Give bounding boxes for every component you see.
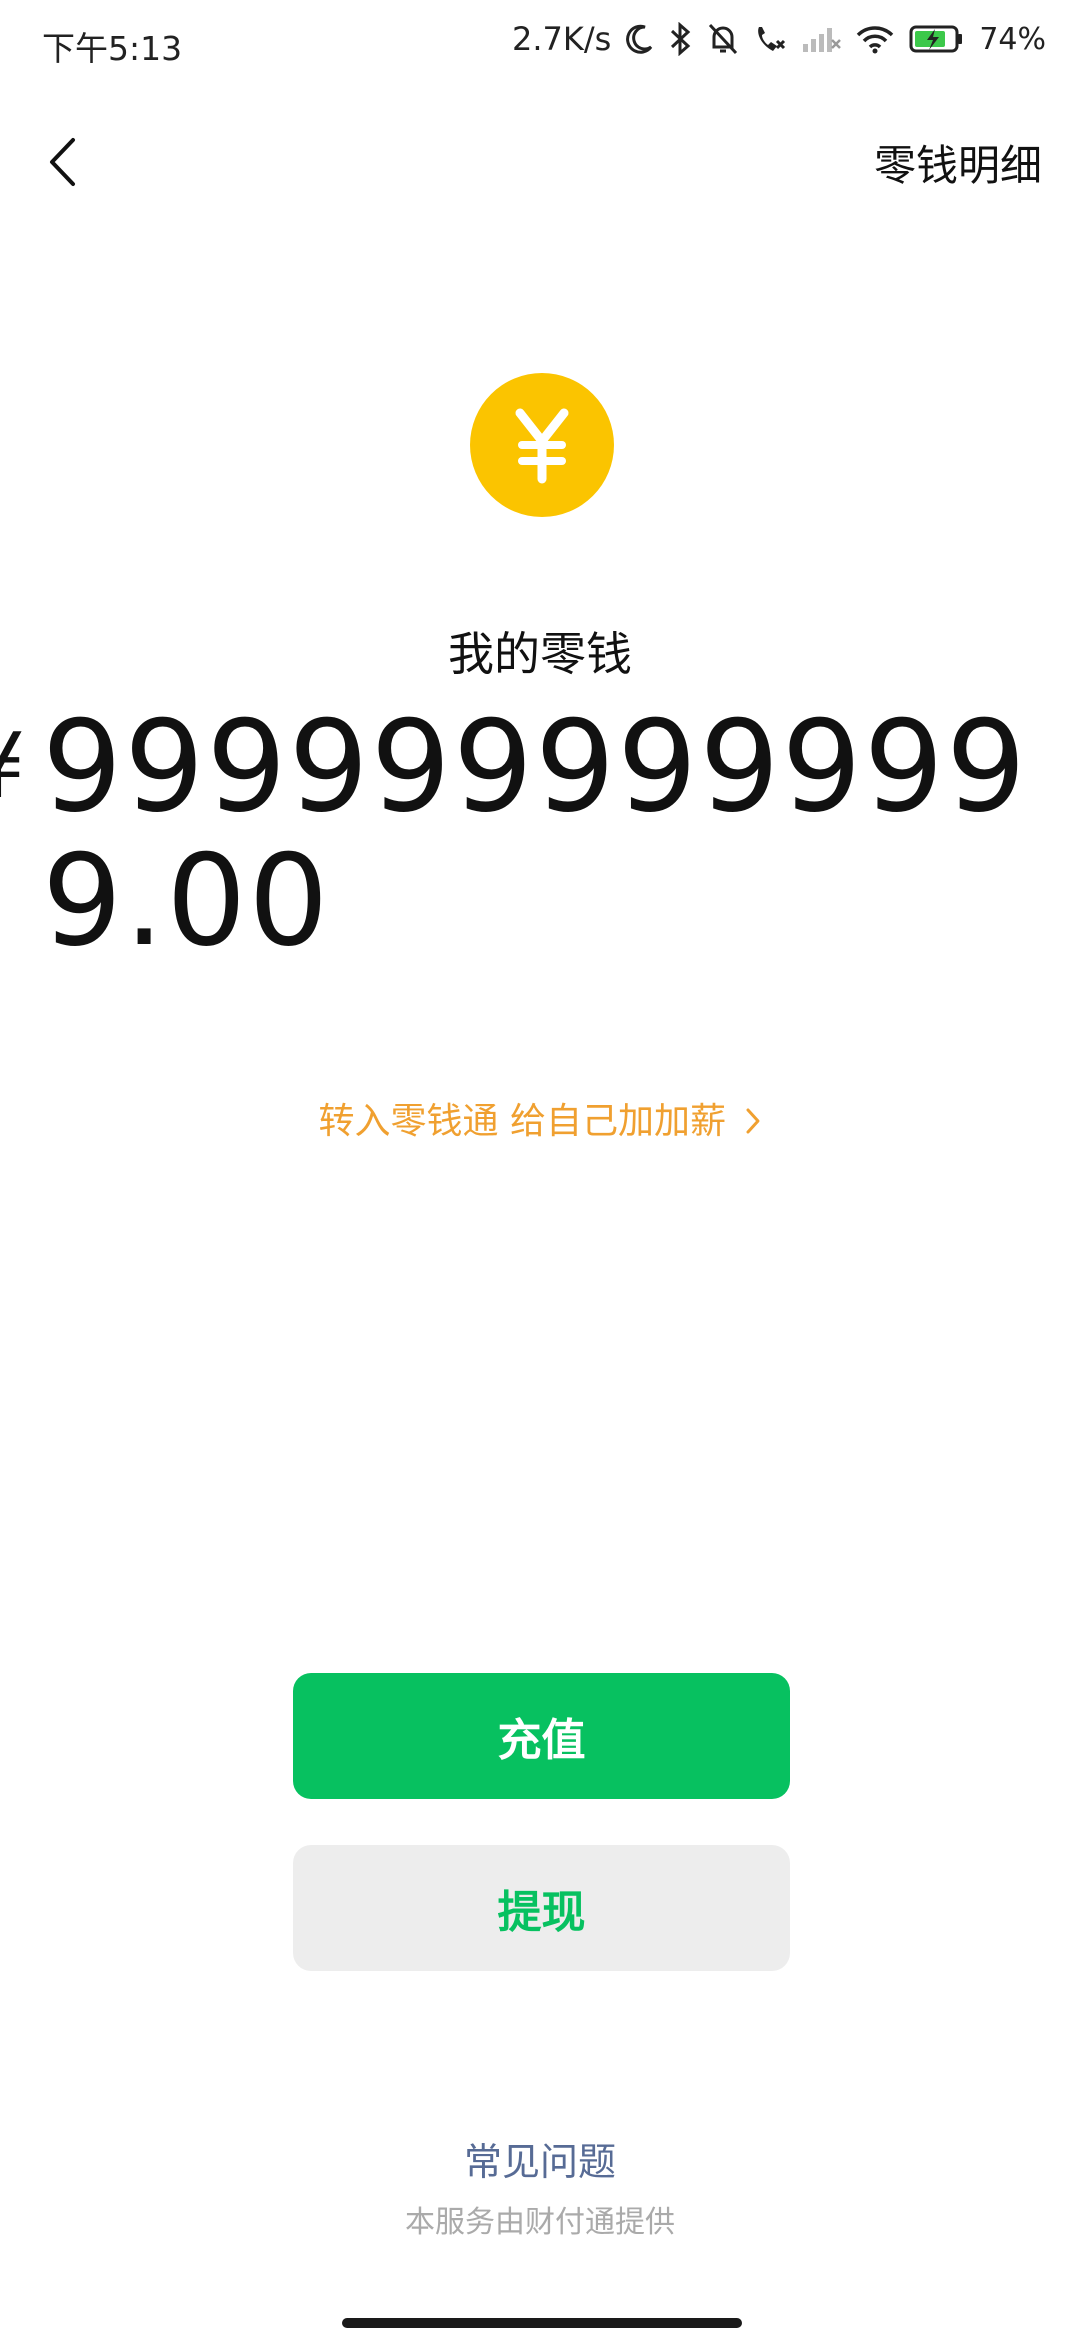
chevron-right-icon: [745, 1103, 761, 1144]
back-button[interactable]: [38, 128, 86, 200]
network-speed: 2.7K/s: [511, 20, 612, 58]
call-icon: [753, 23, 787, 55]
faq-link[interactable]: 常见问题: [0, 2131, 1080, 2186]
bell-off-icon: [707, 22, 739, 56]
signal-icon: [801, 24, 842, 54]
promo-link[interactable]: 转入零钱通 给自己加加薪: [0, 1092, 1080, 1144]
status-time: 下午5:13: [42, 29, 183, 68]
status-icons: 2.7K/s 74%: [512, 20, 1046, 58]
moon-icon: [625, 23, 655, 55]
withdraw-button[interactable]: 提现: [293, 1845, 790, 1971]
battery-percent: 74%: [979, 21, 1046, 57]
wifi-icon: [855, 24, 895, 54]
battery-charging-icon: [909, 24, 965, 54]
currency-symbol: ¥: [0, 712, 25, 822]
balance-title: 我的零钱: [448, 627, 632, 681]
status-bar: 下午5:13 2.7K/s 74%: [0, 0, 1080, 95]
yuan-coin-icon: [470, 373, 614, 517]
home-indicator[interactable]: [342, 2318, 742, 2328]
recharge-button[interactable]: 充值: [293, 1673, 790, 1799]
chevron-left-icon: [47, 136, 77, 192]
promo-text: 转入零钱通 给自己加加薪: [318, 1101, 726, 1142]
balance-detail-link[interactable]: 零钱明细: [874, 132, 1042, 193]
provider-text: 本服务由财付通提供: [405, 2205, 675, 2240]
balance-amount-container: 9999999999999.00: [42, 700, 1072, 968]
bluetooth-icon: [669, 22, 693, 56]
balance-amount: 9999999999999.00: [42, 693, 1028, 974]
